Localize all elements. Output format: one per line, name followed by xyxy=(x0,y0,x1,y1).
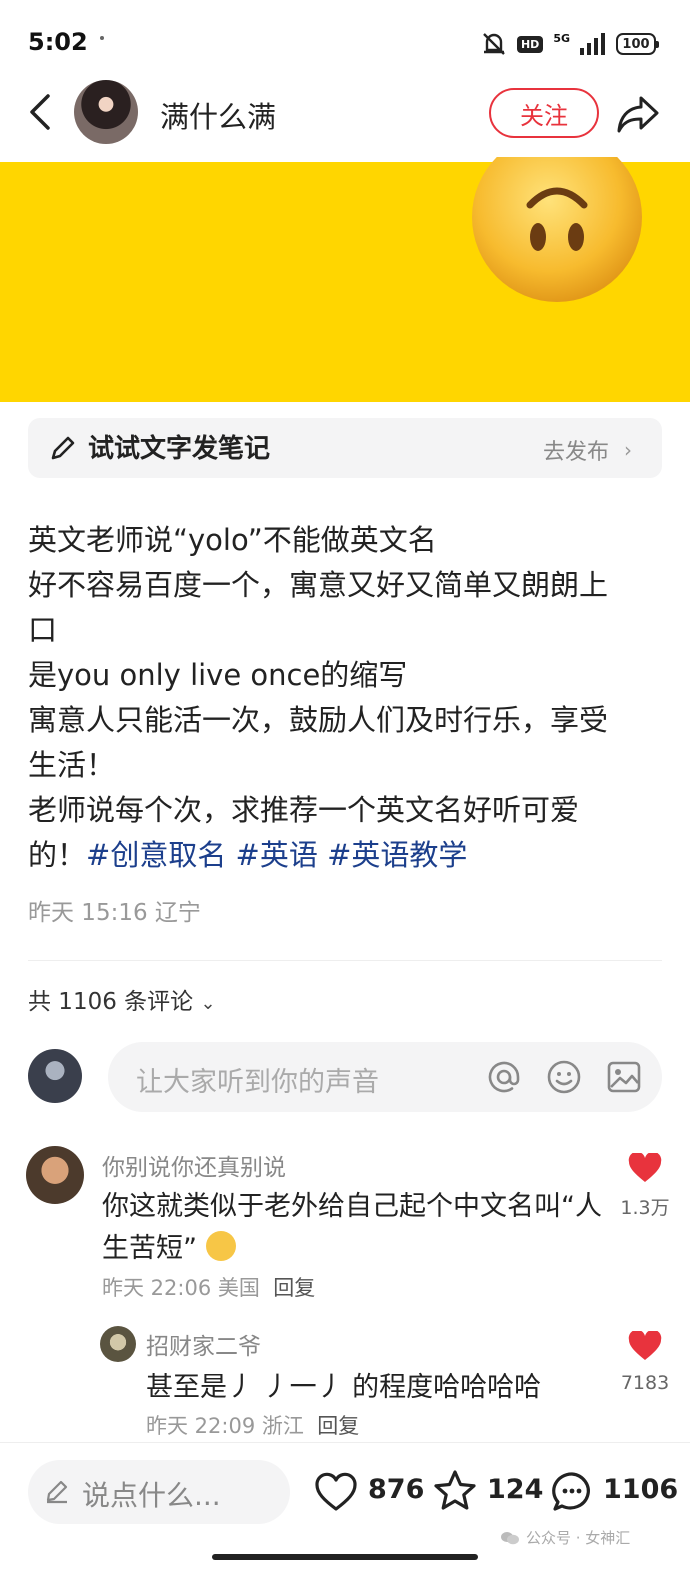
publish-link[interactable]: 去发布 xyxy=(543,434,609,466)
post-meta: 昨天 15:16 辽宁 xyxy=(28,900,201,926)
reply-text: 甚至是丿 丿一丿 的程度哈哈哈哈 xyxy=(146,1372,542,1403)
post-line: 好不容易百度一个，寓意又好又简单又朗朗上 xyxy=(28,568,609,602)
network-label: 5G xyxy=(553,31,570,45)
post-line: 老师说每个次，求推荐一个英文名好听可爱 xyxy=(28,793,580,827)
chevron-down-icon: ⌄ xyxy=(200,993,216,1014)
post-line: 生活！ xyxy=(28,748,116,782)
watermark-text: 公众号 · 女神汇 xyxy=(526,1529,631,1547)
heart-icon[interactable] xyxy=(628,1153,662,1183)
status-time: 5:02 xyxy=(28,28,88,56)
comments-count-label: 共 1106 条评论 xyxy=(28,989,194,1015)
hashtag[interactable]: #创意取名 xyxy=(86,838,226,872)
back-arrow-icon[interactable] xyxy=(22,92,62,132)
emoji-icon[interactable] xyxy=(546,1059,582,1095)
share-icon[interactable] xyxy=(614,90,662,138)
battery-icon: 100 xyxy=(616,33,659,55)
star-count: 124 xyxy=(487,1474,544,1505)
divider xyxy=(28,960,662,961)
reply-meta: 昨天 22:09 浙江 回复 xyxy=(146,1410,359,1440)
bottom-input-placeholder: 说点什么... xyxy=(82,1479,221,1512)
wechat-icon xyxy=(501,1531,519,1544)
chevron-right-icon: › xyxy=(624,438,632,462)
hashtag[interactable]: #英语 xyxy=(236,838,318,872)
comment-count-total: 1106 xyxy=(603,1474,679,1505)
notification-dot xyxy=(100,36,104,40)
hd-badge: HD xyxy=(516,35,544,53)
star-icon[interactable] xyxy=(432,1468,478,1514)
author-avatar[interactable] xyxy=(74,80,138,144)
follow-button[interactable]: 关注 xyxy=(489,88,599,138)
pencil-icon xyxy=(46,1480,68,1504)
comment-date: 昨天 22:06 美国 xyxy=(102,1276,260,1300)
reply-author-name[interactable]: 招财家二爷 xyxy=(146,1327,261,1361)
crying-emoji-icon xyxy=(205,1231,236,1261)
commenter-name[interactable]: 你别说你还真别说 xyxy=(102,1148,286,1182)
reply-avatar[interactable] xyxy=(100,1326,136,1362)
upside-down-face-emoji xyxy=(472,157,642,302)
author-name[interactable]: 满什么满 xyxy=(160,94,276,136)
commenter-avatar[interactable] xyxy=(26,1146,84,1204)
comment-text: 你这就类似于老外给自己起个中文名叫“人生苦短” xyxy=(102,1186,602,1270)
post-body: 英文老师说“yolo”不能做英文名 好不容易百度一个，寓意又好又简单又朗朗上 口… xyxy=(28,518,668,878)
pencil-icon xyxy=(51,436,75,460)
post-line: 口 xyxy=(28,613,58,647)
post-line: 是you only live once的缩写 xyxy=(28,658,408,692)
like-count-total: 876 xyxy=(368,1474,425,1505)
like-count: 1.3万 xyxy=(620,1197,670,1219)
comments-count[interactable]: 共 1106 条评论 ⌄ xyxy=(28,982,216,1016)
post-line: 寓意人只能活一次，鼓励人们及时行乐，享受 xyxy=(28,703,609,737)
signal-icon xyxy=(580,33,605,55)
home-indicator[interactable] xyxy=(212,1554,478,1560)
reply-button[interactable]: 回复 xyxy=(273,1276,315,1300)
image-icon[interactable] xyxy=(606,1059,642,1095)
comment-text-body: 你这就类似于老外给自己起个中文名叫“人生苦短” xyxy=(102,1191,602,1264)
reply-button[interactable]: 回复 xyxy=(317,1414,359,1438)
comment-bubble-icon[interactable] xyxy=(550,1470,594,1514)
like-count: 7183 xyxy=(620,1372,670,1394)
comment-meta: 昨天 22:06 美国 回复 xyxy=(102,1272,315,1302)
hashtag[interactable]: #英语教学 xyxy=(327,838,467,872)
status-icons: HD 5G 100 xyxy=(481,30,659,58)
like-heart-icon[interactable] xyxy=(314,1472,358,1512)
reply-date: 昨天 22:09 浙江 xyxy=(146,1414,304,1438)
mute-icon xyxy=(483,33,505,55)
comment-input-placeholder: 让大家听到你的声音 xyxy=(136,1067,379,1098)
try-text-label: 试试文字发笔记 xyxy=(88,434,271,464)
at-mention-icon[interactable] xyxy=(486,1059,522,1095)
my-avatar xyxy=(28,1049,82,1103)
watermark: 公众号 · 女神汇 xyxy=(500,1527,630,1548)
post-line-tags: 的！#创意取名 #英语 #英语教学 xyxy=(28,833,668,878)
post-line-prefix: 的！ xyxy=(28,838,87,872)
bottom-bar-divider xyxy=(0,1442,690,1443)
post-line: 英文老师说“yolo”不能做英文名 xyxy=(28,523,437,557)
heart-icon[interactable] xyxy=(628,1331,662,1361)
